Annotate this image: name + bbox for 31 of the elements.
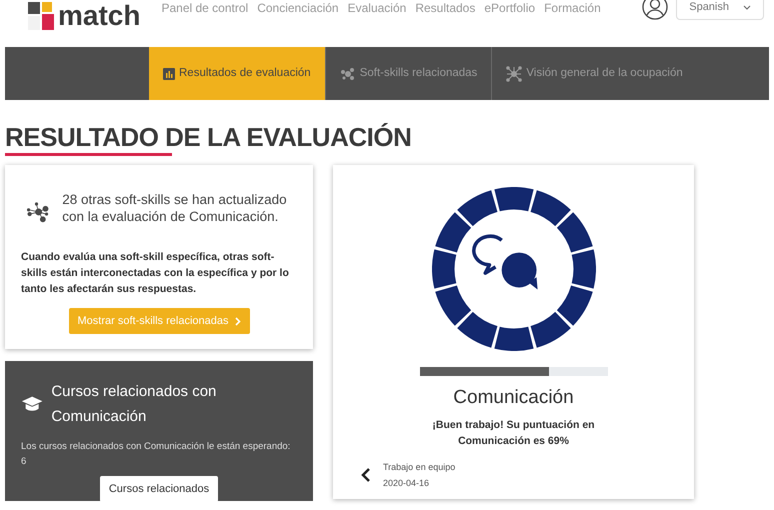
chevron-right-icon xyxy=(234,316,240,326)
nav-link[interactable]: Resultados xyxy=(415,0,476,17)
nav-link[interactable]: ePortfolio xyxy=(484,0,536,17)
related-skills-headline: 28 otras soft-skills se han actualizado con la evaluación de Comunicación. xyxy=(62,191,288,225)
tab[interactable]: Resultados de evaluación xyxy=(149,47,325,100)
cluster-icon xyxy=(340,66,356,80)
graduation-cap-icon xyxy=(21,395,44,413)
chevron-left-icon[interactable] xyxy=(361,466,371,482)
nav-link[interactable]: Evaluación xyxy=(348,0,406,17)
previous-date: 2020-04-16 xyxy=(383,476,430,490)
nav-link[interactable]: Formación xyxy=(544,0,601,17)
page-title: RESULTADO DE LA EVALUACIÓN xyxy=(5,122,412,152)
skill-name: Comunicación xyxy=(453,386,574,410)
previous-skill-link[interactable]: Trabajo en equipo xyxy=(383,458,456,474)
network-icon xyxy=(506,66,522,82)
courses-title: Cursos relacionados con Comunicación xyxy=(51,382,218,427)
related-skills-note: Cuando evalúa una soft-skill específica, otras soft-skills están interconectadas con la específica y por lo tanto les afectarán sus respuestas. xyxy=(21,250,290,297)
logo-text: match xyxy=(58,2,140,30)
chevron-down-icon xyxy=(743,4,751,10)
related-courses-button[interactable]: Cursos relacionados xyxy=(100,476,218,502)
puzzle-logo-icon xyxy=(28,2,54,30)
user-icon[interactable] xyxy=(642,0,668,20)
bar-chart-icon xyxy=(163,68,175,80)
courses-text: Los cursos relacionados con Comunicación le están esperando: 6 xyxy=(21,440,292,469)
nav-link[interactable]: Panel de control xyxy=(161,0,248,17)
tab[interactable]: Soft-skills relacionadas xyxy=(324,47,492,100)
score-message: ¡Buen trabajo! Su puntuación en Comunicación es 69% xyxy=(431,418,596,448)
show-related-skills-button[interactable]: Mostrar soft-skills relacionadas xyxy=(68,308,250,334)
nav-link[interactable]: Concienciación xyxy=(257,0,339,17)
tab[interactable]: Visión general de la ocupación xyxy=(491,47,697,100)
language-select[interactable]: Spanish xyxy=(676,0,764,20)
